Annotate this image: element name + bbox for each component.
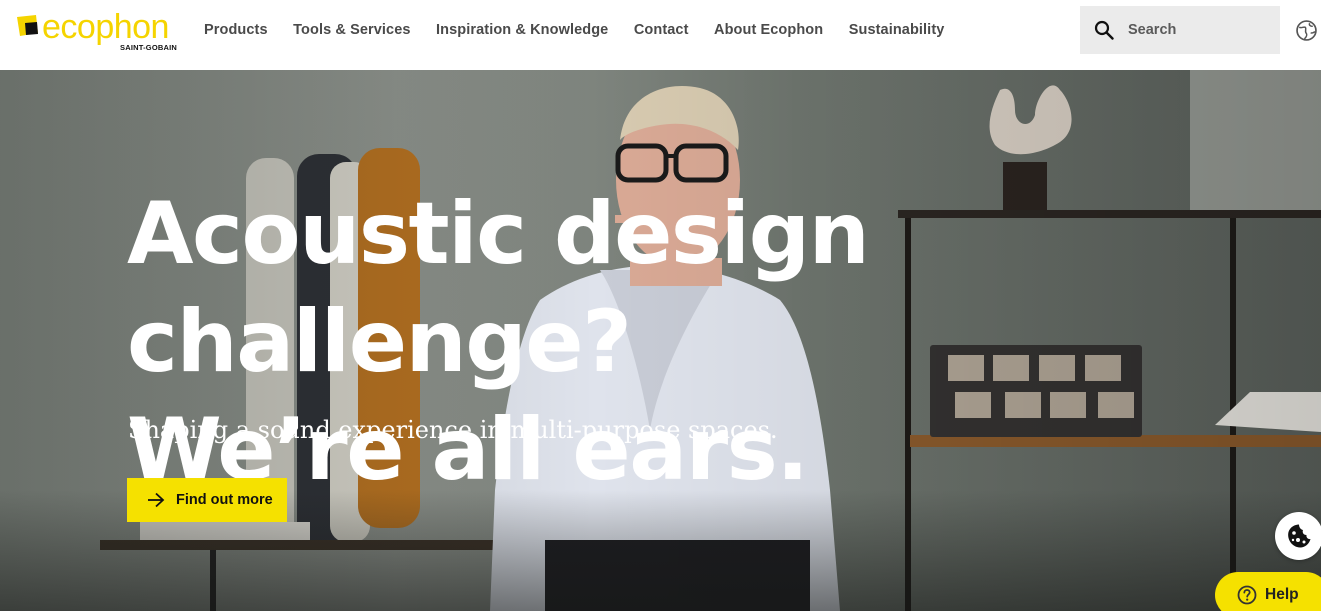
- help-label: Help: [1265, 586, 1299, 603]
- help-button[interactable]: Help: [1215, 572, 1321, 611]
- arrow-right-icon: [148, 492, 165, 508]
- nav-item-tools-services[interactable]: Tools & Services: [293, 22, 410, 38]
- logo-wordmark: ecophon: [42, 8, 169, 46]
- hero-headline: Acoustic design challenge? We’re all ear…: [127, 180, 1227, 504]
- question-circle-icon: [1237, 585, 1257, 605]
- nav-item-sustainability[interactable]: Sustainability: [849, 22, 945, 38]
- nav-item-contact[interactable]: Contact: [634, 22, 689, 38]
- nav-item-products[interactable]: Products: [204, 22, 268, 38]
- hero-tagline: Shaping a sound experience in multi-purp…: [128, 416, 778, 444]
- search-icon[interactable]: [1094, 20, 1114, 40]
- nav-item-about-ecophon[interactable]: About Ecophon: [714, 22, 823, 38]
- search-box[interactable]: [1080, 6, 1280, 54]
- logo-mark-icon: [17, 15, 38, 36]
- main-nav: Products Tools & Services Inspiration & …: [204, 0, 970, 60]
- find-out-more-button[interactable]: Find out more: [127, 478, 287, 522]
- search-input[interactable]: [1128, 16, 1268, 44]
- hero-headline-line-2: We’re all ears.: [127, 400, 809, 500]
- hero-headline-line-1: Acoustic design challenge?: [127, 184, 870, 392]
- ecophon-logo[interactable]: ecophon SAINT-GOBAIN: [16, 8, 182, 54]
- globe-icon[interactable]: [1296, 20, 1317, 41]
- find-out-more-label: Find out more: [176, 492, 273, 508]
- cookie-icon: [1288, 524, 1311, 548]
- cookie-settings-button[interactable]: [1275, 512, 1321, 560]
- site-header: ecophon SAINT-GOBAIN Products Tools & Se…: [0, 0, 1321, 70]
- logo-subline: SAINT-GOBAIN: [120, 43, 177, 52]
- nav-item-inspiration-knowledge[interactable]: Inspiration & Knowledge: [436, 22, 608, 38]
- hero-banner: Acoustic design challenge? We’re all ear…: [0, 70, 1321, 611]
